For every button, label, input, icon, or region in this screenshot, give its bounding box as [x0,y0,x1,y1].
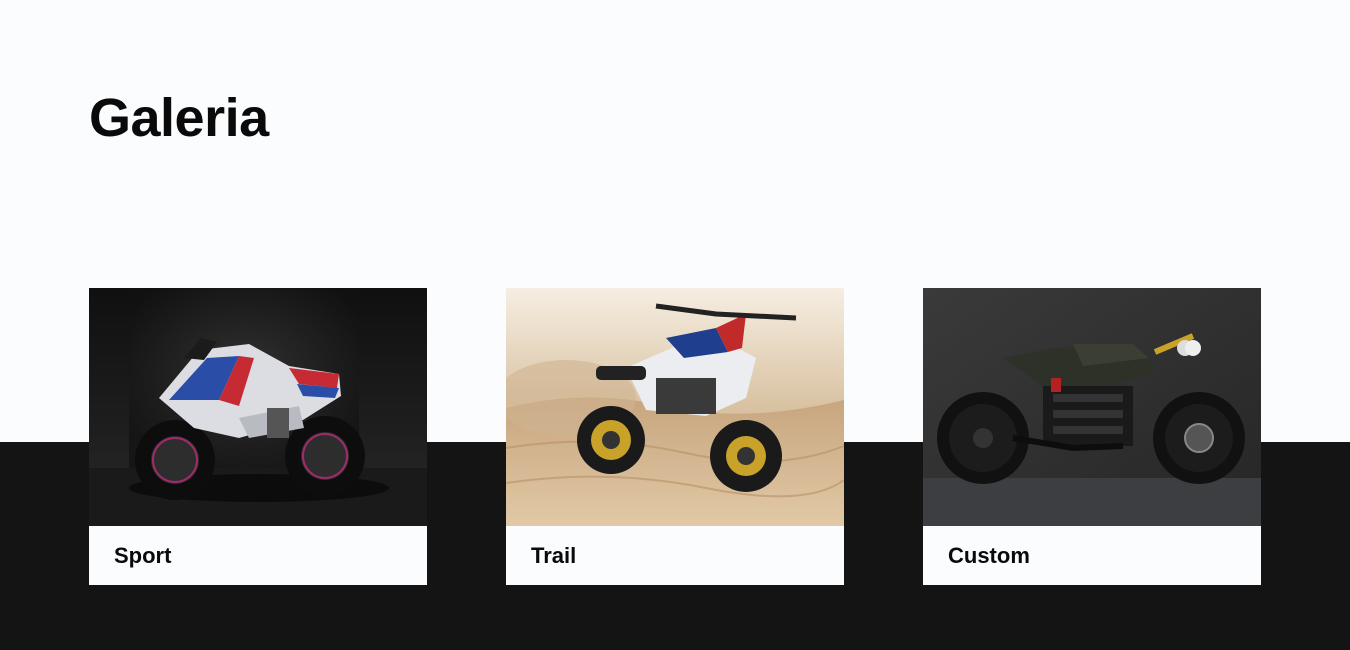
custom-motorcycle-photo [923,288,1261,526]
sport-motorcycle-photo [89,288,427,526]
trail-motorcycle-photo [506,288,844,526]
gallery-card-custom[interactable]: Custom [923,288,1261,585]
page-title: Galeria [89,88,269,148]
gallery-section: Galeria Sport Trail Custom [0,0,1350,650]
card-label: Custom [948,542,1030,568]
card-label: Sport [114,542,172,568]
card-label: Trail [531,542,577,568]
gallery-card-sport[interactable]: Sport [89,288,427,585]
gallery-card-trail[interactable]: Trail [506,288,844,585]
